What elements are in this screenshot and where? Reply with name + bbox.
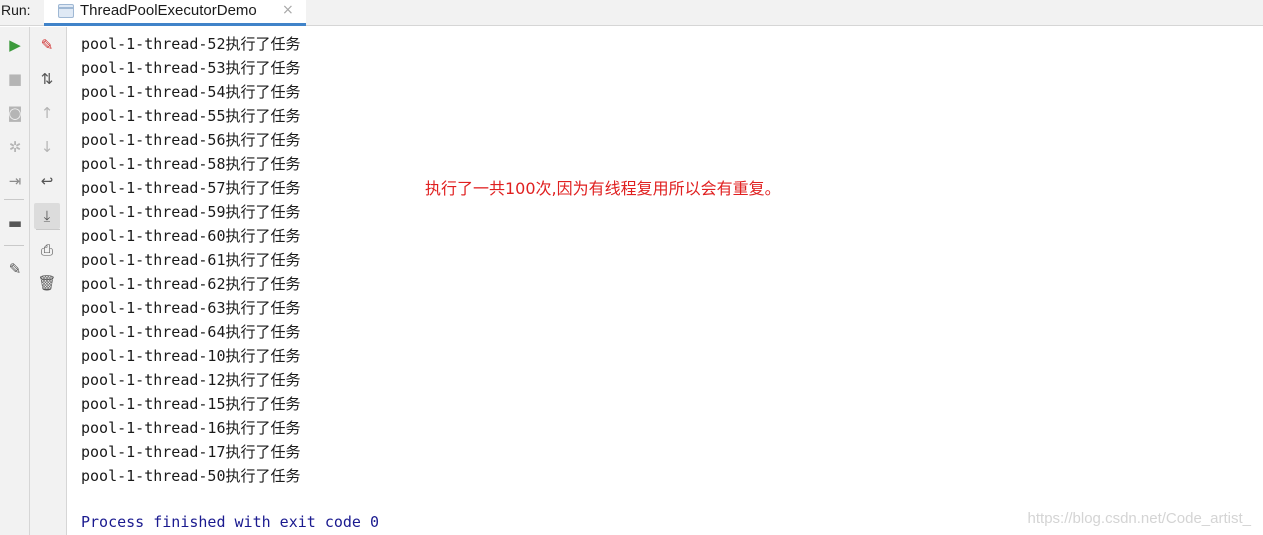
- scroll-to-end-icon[interactable]: ⤓: [34, 203, 60, 229]
- console-line: pool-1-thread-58执行了任务: [81, 155, 301, 173]
- trash-icon[interactable]: 🗑: [34, 270, 60, 296]
- toolbar-separator: [4, 199, 24, 200]
- console-line: pool-1-thread-53执行了任务: [81, 59, 301, 77]
- rerun-icon[interactable]: ▶: [2, 32, 28, 58]
- console-line: pool-1-thread-63执行了任务: [81, 299, 301, 317]
- toolbar-separator: [4, 245, 24, 246]
- down-arrow-icon[interactable]: ↓: [34, 134, 60, 160]
- run-tab-bar: Run: ThreadPoolExecutorDemo ×: [0, 0, 1263, 26]
- console-line: pool-1-thread-59执行了任务: [81, 203, 301, 221]
- sort-icon[interactable]: ⇅: [34, 66, 60, 92]
- annotation-note: 执行了一共100次,因为有线程复用所以会有重复。: [425, 179, 781, 198]
- camera-icon[interactable]: ◙: [2, 100, 28, 126]
- close-icon[interactable]: ×: [282, 2, 294, 18]
- watermark: https://blog.csdn.net/Code_artist_: [1027, 510, 1251, 527]
- console-line: pool-1-thread-54执行了任务: [81, 83, 301, 101]
- run-toolbar-left: ▶ ■ ◙ ✲ ⇥ ▬ ✎: [0, 27, 30, 535]
- clear-edit-icon[interactable]: ✎: [34, 32, 60, 58]
- exit-icon[interactable]: ⇥: [2, 168, 28, 194]
- console-output[interactable]: pool-1-thread-52执行了任务 pool-1-thread-53执行了…: [67, 27, 1263, 535]
- up-arrow-icon[interactable]: ↑: [34, 100, 60, 126]
- console-lines: pool-1-thread-52执行了任务 pool-1-thread-53执行了…: [81, 33, 301, 489]
- tab-title: ThreadPoolExecutorDemo: [80, 2, 257, 19]
- console-icon: [58, 4, 74, 18]
- debug-icon[interactable]: ✲: [2, 134, 28, 160]
- console-line: pool-1-thread-55执行了任务: [81, 107, 301, 125]
- console-line: pool-1-thread-56执行了任务: [81, 131, 301, 149]
- console-line: pool-1-thread-61执行了任务: [81, 251, 301, 269]
- console-line: pool-1-thread-62执行了任务: [81, 275, 301, 293]
- run-toolbar-right: ✎ ⇅ ↑ ↓ ↩ ⤓ ⎙ 🗑: [30, 27, 67, 535]
- console-line: pool-1-thread-57执行了任务: [81, 179, 301, 197]
- console-line: pool-1-thread-52执行了任务: [81, 35, 301, 53]
- console-line: pool-1-thread-60执行了任务: [81, 227, 301, 245]
- run-tool-window: Run: ThreadPoolExecutorDemo × ▶ ■ ◙ ✲ ⇥ ▬ ✎ ✎ ⇅…: [0, 0, 1263, 535]
- console-line: pool-1-thread-10执行了任务: [81, 347, 301, 365]
- console-line: pool-1-thread-17执行了任务: [81, 443, 301, 461]
- toolbar-separator: [36, 229, 60, 230]
- soft-wrap-icon[interactable]: ↩: [34, 168, 60, 194]
- layout-icon[interactable]: ▬: [2, 210, 28, 236]
- print-icon[interactable]: ⎙: [34, 237, 60, 263]
- run-label: Run:: [1, 2, 31, 18]
- pin-icon[interactable]: ✎: [2, 256, 28, 282]
- stop-icon[interactable]: ■: [2, 66, 28, 92]
- console-line: pool-1-thread-15执行了任务: [81, 395, 301, 413]
- console-line: pool-1-thread-64执行了任务: [81, 323, 301, 341]
- tab-thread-pool-executor-demo[interactable]: ThreadPoolExecutorDemo ×: [44, 0, 306, 26]
- console-line: pool-1-thread-16执行了任务: [81, 419, 301, 437]
- console-line: pool-1-thread-12执行了任务: [81, 371, 301, 389]
- process-finished-text: Process finished with exit code 0: [81, 513, 380, 531]
- console-line: pool-1-thread-50执行了任务: [81, 467, 301, 485]
